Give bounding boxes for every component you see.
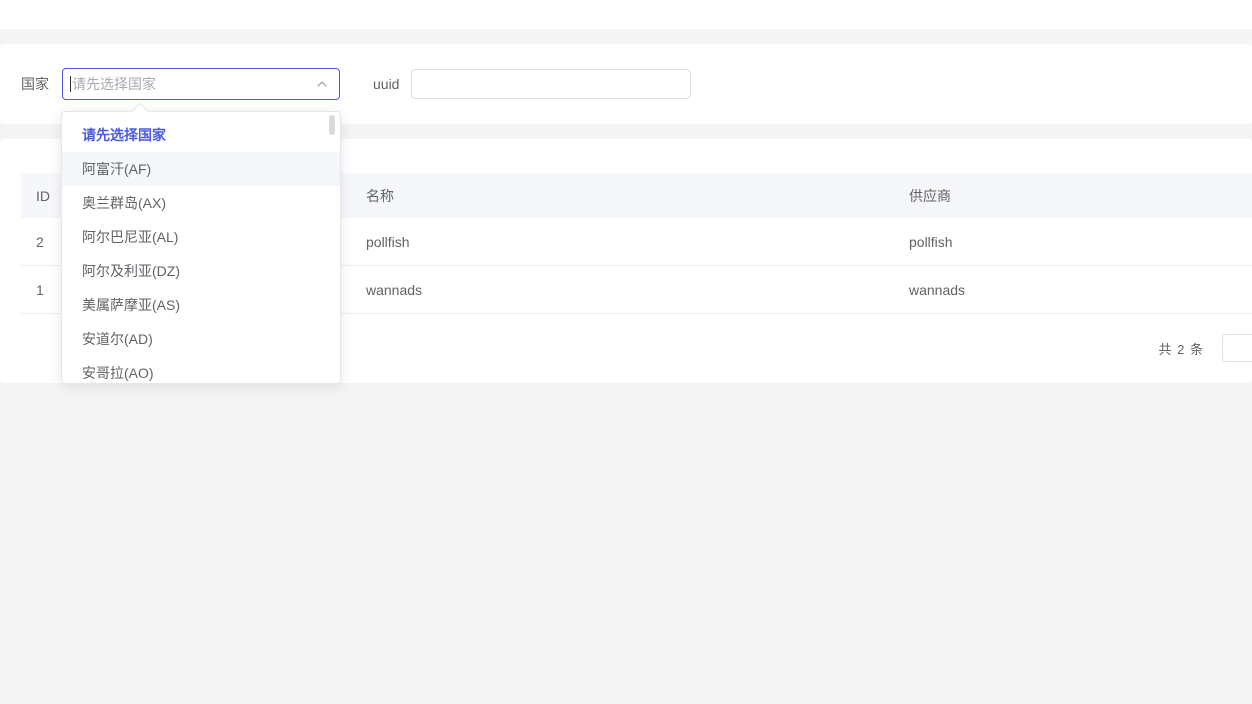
top-bar [0,0,1252,29]
column-header-name: 名称 [351,173,894,218]
cell-supplier: pollfish [894,218,1252,265]
page-size-select[interactable] [1222,334,1252,362]
country-label: 国家 [21,74,49,94]
country-select-placeholder: 请先选择国家 [72,74,156,94]
pagination-total: 共 2 条 [1159,339,1204,358]
country-dropdown: 请先选择国家 阿富汗(AF) 奥兰群岛(AX) 阿尔巴尼亚(AL) 阿尔及利亚(… [61,111,341,384]
dropdown-option[interactable]: 安道尔(AD) [62,322,340,356]
uuid-label: uuid [373,76,399,92]
column-header-supplier: 供应商 [894,173,1252,218]
dropdown-option[interactable]: 安哥拉(AO) [62,356,340,384]
uuid-input[interactable] [411,69,691,99]
country-select[interactable]: 请先选择国家 [62,68,340,100]
chevron-up-icon[interactable] [315,77,329,91]
text-cursor [70,76,71,92]
cell-supplier: wannads [894,266,1252,313]
dropdown-option[interactable]: 请先选择国家 [62,118,340,152]
dropdown-scrollbar[interactable] [329,115,335,135]
dropdown-option[interactable]: 阿富汗(AF) [62,152,340,186]
cell-name: pollfish [351,218,894,265]
dropdown-option[interactable]: 美属萨摩亚(AS) [62,288,340,322]
dropdown-option[interactable]: 阿尔巴尼亚(AL) [62,220,340,254]
cell-name: wannads [351,266,894,313]
dropdown-option[interactable]: 阿尔及利亚(DZ) [62,254,340,288]
dropdown-option[interactable]: 奥兰群岛(AX) [62,186,340,220]
